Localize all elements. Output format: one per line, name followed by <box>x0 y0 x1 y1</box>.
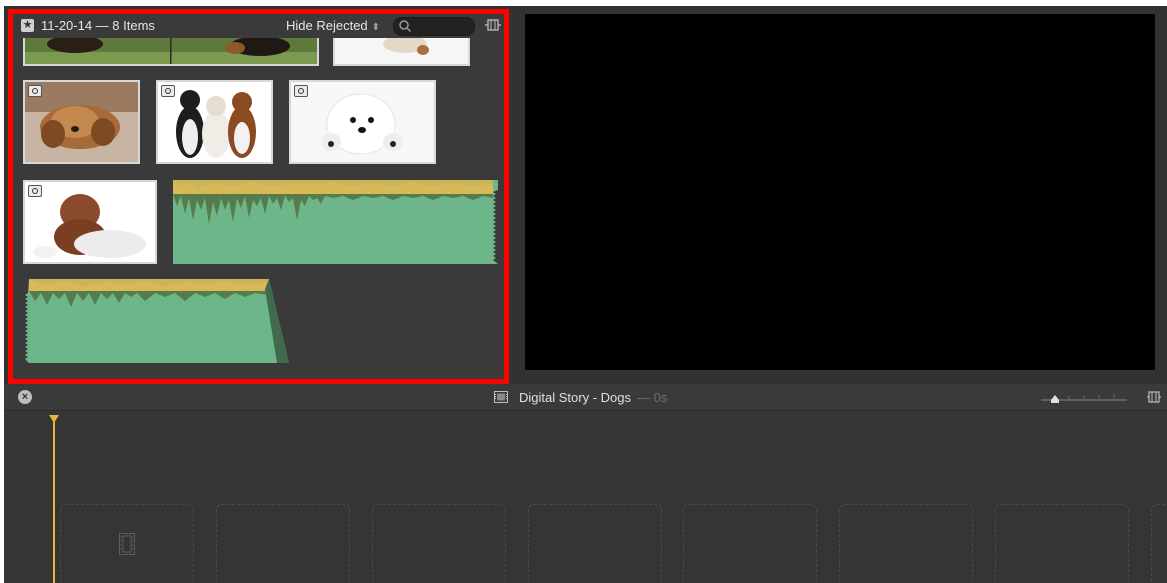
project-filmstrip-icon <box>494 391 508 403</box>
star-icon[interactable]: ★ <box>21 19 34 32</box>
imovie-window: ★ 11-20-14 — 8 Items Hide Rejected ⬍ × D… <box>4 6 1167 583</box>
empty-clip-placeholder <box>995 504 1129 583</box>
playhead-handle[interactable] <box>49 415 59 423</box>
empty-clip-placeholder <box>372 504 506 583</box>
event-browser: ★ 11-20-14 — 8 Items Hide Rejected ⬍ <box>8 9 509 384</box>
video-clip-dogs-on-grass[interactable] <box>23 38 319 66</box>
empty-clip-placeholder <box>528 504 662 583</box>
empty-clip-placeholder <box>683 504 817 583</box>
audio-clip-1[interactable] <box>173 180 498 264</box>
photo-clip-three-dogs[interactable] <box>156 80 273 164</box>
empty-clip-placeholder <box>839 504 973 583</box>
photo-clip-white-dog-top[interactable] <box>333 38 470 66</box>
camera-icon <box>28 185 42 197</box>
camera-icon <box>28 85 42 97</box>
playhead[interactable] <box>53 420 55 583</box>
search-field[interactable] <box>393 17 475 36</box>
audio-clip-2[interactable] <box>25 279 289 363</box>
photo-clip-sleeping-puppy[interactable] <box>23 80 140 164</box>
search-icon <box>399 20 412 33</box>
project-title-group: Digital Story - Dogs — 0s <box>519 390 667 405</box>
viewer <box>525 14 1155 370</box>
empty-clip-placeholder <box>216 504 350 583</box>
project-duration: — 0s <box>636 390 668 405</box>
search-input[interactable] <box>414 18 470 35</box>
project-title: Digital Story - Dogs <box>519 390 631 405</box>
camera-icon <box>161 85 175 97</box>
event-title: 11-20-14 — 8 Items <box>41 18 155 33</box>
timeline-settings-icon[interactable] <box>1147 390 1161 404</box>
empty-clip-placeholder <box>1151 504 1167 583</box>
close-icon[interactable]: × <box>18 390 32 404</box>
up-down-arrows-icon: ⬍ <box>371 22 381 33</box>
browser-header: ★ 11-20-14 — 8 Items Hide Rejected ⬍ <box>13 14 504 36</box>
clip-appearance-icon[interactable] <box>485 18 501 32</box>
film-icon <box>119 533 135 555</box>
camera-icon <box>294 85 308 97</box>
filter-label: Hide Rejected <box>286 18 368 33</box>
photo-clip-wrinkled-puppy[interactable] <box>23 180 157 264</box>
timeline-zoom-slider[interactable] <box>1039 392 1129 404</box>
filter-dropdown[interactable]: Hide Rejected ⬍ <box>286 18 380 33</box>
timeline-header: × Digital Story - Dogs — 0s <box>4 384 1167 411</box>
photo-clip-white-puppy[interactable] <box>289 80 436 164</box>
